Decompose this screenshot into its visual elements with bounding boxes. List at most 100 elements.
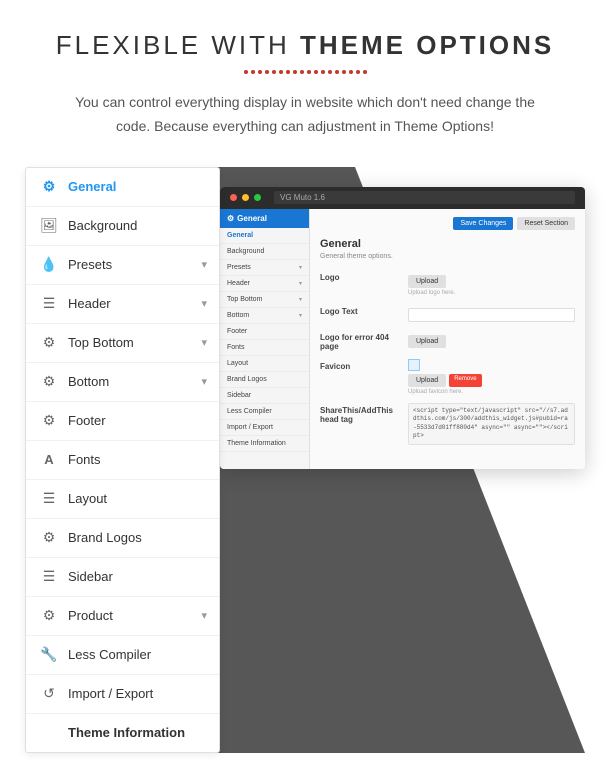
- browser-window: VG Muto 1.6 ⚙ General General Background…: [220, 187, 585, 469]
- page-title: FLEXIBLE WITH THEME OPTIONS: [56, 30, 555, 61]
- sidebar-label-header: Header: [68, 296, 205, 311]
- sidebar-label-fonts: Fonts: [68, 452, 205, 467]
- sidebar-item-general[interactable]: ⚙ General: [26, 168, 219, 207]
- browser-content: ⚙ General General Background Presets▾ He…: [220, 209, 585, 469]
- bc-sidebar-item-background[interactable]: Background: [220, 244, 309, 260]
- sidebar-item-header[interactable]: ☰ Header ▾: [26, 285, 219, 324]
- gear-icon: ⚙: [40, 178, 58, 196]
- bc-sidebar-item-general[interactable]: General: [220, 228, 309, 244]
- image-icon: 🖼: [40, 217, 58, 235]
- reset-section-button[interactable]: Reset Section: [517, 217, 575, 230]
- dot: [314, 70, 318, 74]
- sidebar-item-presets[interactable]: 💧 Presets ▾: [26, 246, 219, 285]
- theme-options-sidebar: ⚙ General 🖼 Background 💧 Presets ▾ ☰ Hea…: [25, 167, 220, 753]
- bc-sidebar-item-footer[interactable]: Footer: [220, 324, 309, 340]
- bc-field-logo-text: Logo Text: [320, 304, 575, 323]
- headline-bold: THEME OPTIONS: [300, 30, 554, 60]
- sidebar-label-footer: Footer: [68, 413, 205, 428]
- sidebar-item-bottom[interactable]: ⚙ Bottom ▾: [26, 363, 219, 402]
- browser-maximize-dot: [254, 194, 261, 201]
- sidebar-label-less-compiler: Less Compiler: [68, 647, 205, 662]
- dot: [279, 70, 283, 74]
- dotted-divider: [205, 69, 405, 75]
- sidebar-label-theme-info: Theme Information: [68, 725, 205, 740]
- gear-icon: ⚙: [40, 334, 58, 352]
- bc-remove-favicon-button[interactable]: Remove: [449, 374, 481, 387]
- dot: [265, 70, 269, 74]
- dot: [349, 70, 353, 74]
- bc-sidebar-item-bottom[interactable]: Bottom▾: [220, 308, 309, 324]
- bc-sidebar-item-import-export[interactable]: Import / Export: [220, 420, 309, 436]
- save-changes-button[interactable]: Save Changes: [453, 217, 513, 230]
- subtitle: You can control everything display in we…: [75, 91, 535, 139]
- dot: [300, 70, 304, 74]
- page-wrapper: FLEXIBLE WITH THEME OPTIONS You can cont…: [0, 0, 610, 773]
- bc-section-subtitle: General theme options.: [320, 253, 575, 260]
- sidebar-item-layout[interactable]: ☰ Layout: [26, 480, 219, 519]
- sidebar-label-brand-logos: Brand Logos: [68, 530, 205, 545]
- bc-content-logo: Upload Upload logo here.: [408, 270, 575, 296]
- dot: [293, 70, 297, 74]
- info-icon: [40, 724, 58, 742]
- bc-field-logo: Logo Upload Upload logo here.: [320, 270, 575, 296]
- bc-sharethis-code: <script type="text/javascript" src="//s7…: [408, 403, 575, 445]
- sidebar-label-general: General: [68, 179, 205, 194]
- dot: [272, 70, 276, 74]
- bc-content-sharethis: <script type="text/javascript" src="//s7…: [408, 403, 575, 445]
- gear-small-icon: ⚙: [227, 214, 234, 223]
- bc-sidebar-item-brand-logos[interactable]: Brand Logos: [220, 372, 309, 388]
- bc-upload-404-button[interactable]: Upload: [408, 335, 446, 348]
- sidebar-item-brand-logos[interactable]: ⚙ Brand Logos: [26, 519, 219, 558]
- bc-sidebar-item-less-compiler[interactable]: Less Compiler: [220, 404, 309, 420]
- drop-icon: 💧: [40, 256, 58, 274]
- sidebar-item-fonts[interactable]: A Fonts: [26, 441, 219, 480]
- dot: [328, 70, 332, 74]
- bc-label-logo-text: Logo Text: [320, 304, 400, 316]
- bc-sidebar-title: General: [237, 214, 267, 223]
- gear-icon: ⚙: [40, 529, 58, 547]
- sidebar-item-product[interactable]: ⚙ Product ▾: [26, 597, 219, 636]
- menu-icon: ☰: [40, 295, 58, 313]
- bc-sidebar-item-layout[interactable]: Layout: [220, 356, 309, 372]
- bc-field-logo-404: Logo for error 404 page Upload: [320, 330, 575, 351]
- bc-content-logo-text: [408, 304, 575, 323]
- sidebar-item-theme-info[interactable]: Theme Information: [26, 714, 219, 752]
- font-icon: A: [40, 451, 58, 469]
- dot: [251, 70, 255, 74]
- sidebar-icon: ☰: [40, 568, 58, 586]
- gear-icon: ⚙: [40, 607, 58, 625]
- bc-sidebar-item-topbottom[interactable]: Top Bottom▾: [220, 292, 309, 308]
- sidebar-label-top-bottom: Top Bottom: [68, 335, 205, 350]
- sidebar-item-less-compiler[interactable]: 🔧 Less Compiler: [26, 636, 219, 675]
- chevron-down-icon: ▾: [201, 297, 207, 310]
- bc-sidebar-item-theme-info[interactable]: Theme Information: [220, 436, 309, 452]
- bc-upload-logo-note: Upload logo here.: [408, 290, 575, 296]
- sidebar-item-sidebar[interactable]: ☰ Sidebar: [26, 558, 219, 597]
- chevron-down-icon: ▾: [201, 609, 207, 622]
- sidebar-item-top-bottom[interactable]: ⚙ Top Bottom ▾: [26, 324, 219, 363]
- dot-container: [205, 69, 405, 75]
- bc-favicon-row: [408, 359, 575, 371]
- bc-sidebar-item-fonts[interactable]: Fonts: [220, 340, 309, 356]
- bc-upload-logo-button[interactable]: Upload: [408, 275, 446, 288]
- bc-sidebar-item-sidebar[interactable]: Sidebar: [220, 388, 309, 404]
- bc-section-title: General: [320, 238, 575, 250]
- bc-logo-text-input[interactable]: [408, 308, 575, 322]
- sidebar-item-background[interactable]: 🖼 Background: [26, 207, 219, 246]
- bc-sidebar-item-presets[interactable]: Presets▾: [220, 260, 309, 276]
- bc-sidebar-item-header[interactable]: Header▾: [220, 276, 309, 292]
- browser-topbar: VG Muto 1.6: [220, 187, 585, 209]
- dot: [363, 70, 367, 74]
- bc-label-sharethis: ShareThis/AddThis head tag: [320, 403, 400, 424]
- bc-main-content: Save Changes Reset Section General Gener…: [310, 209, 585, 469]
- dot: [307, 70, 311, 74]
- bc-upload-favicon-button[interactable]: Upload: [408, 374, 446, 387]
- sidebar-label-import-export: Import / Export: [68, 686, 205, 701]
- sidebar-label-background: Background: [68, 218, 205, 233]
- dot: [356, 70, 360, 74]
- sidebar-item-footer[interactable]: ⚙ Footer: [26, 402, 219, 441]
- wrench-icon: 🔧: [40, 646, 58, 664]
- browser-url-bar: VG Muto 1.6: [274, 191, 575, 204]
- sidebar-item-import-export[interactable]: ↺ Import / Export: [26, 675, 219, 714]
- bc-topbar: Save Changes Reset Section: [320, 217, 575, 230]
